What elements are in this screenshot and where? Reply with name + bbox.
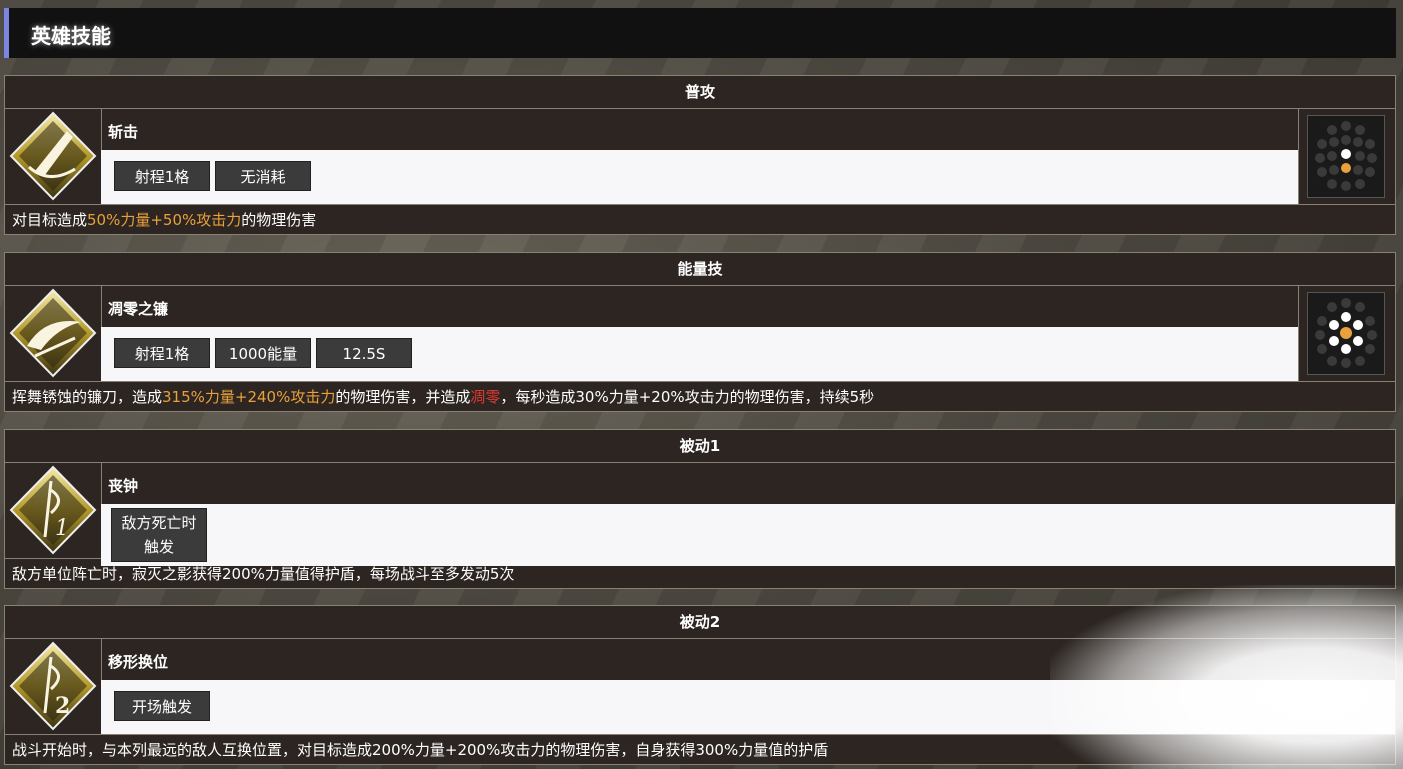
svg-text:2: 2 [55,693,70,719]
tag-trigger: 敌方死亡时 触发 [111,508,207,562]
skill-tags: 射程1格 1000能量 12.5S [101,327,1299,381]
skill-card-passive-1: 被动1 1 丧钟 敌方死亡时 触发 敌方单位阵亡时，寂灭之影获得200%力量值得… [4,429,1396,589]
tag-cooldown: 12.5S [316,338,412,368]
passive-2-icon: 2 [5,639,102,734]
skill-name: 丧钟 [108,477,139,495]
tag-range: 射程1格 [114,161,210,191]
skill-card-passive-2: 被动2 2 移形换位 开场触发 战斗开始时，与本列最远的敌人互换位置，对目标造成… [4,605,1396,765]
passive-1-icon: 1 [5,463,102,558]
skill-body: 1 丧钟 敌方死亡时 触发 [5,463,1395,566]
range-grid-icon [1298,286,1395,381]
section-title: 英雄技能 [31,24,111,48]
skill-description: 挥舞锈蚀的镰刀，造成315%力量+240%攻击力的物理伤害，并造成凋零，每秒造成… [12,388,875,406]
skill-category: 被动1 [5,430,1395,463]
skill-description: 对目标造成50%力量+50%攻击力的物理伤害 [12,211,317,229]
skill-tags: 射程1格 无消耗 [101,150,1299,204]
skill-body: 2 移形换位 开场触发 [5,639,1395,735]
range-grid-icon [1298,109,1395,204]
skill-tags: 敌方死亡时 触发 [101,504,1395,566]
tag-range: 射程1格 [114,338,210,368]
skill-body: 斩击 射程1格 无消耗 [5,109,1395,205]
tag-trigger: 开场触发 [114,691,210,721]
tag-cost: 1000能量 [215,338,311,368]
skill-category: 普攻 [5,76,1395,109]
skill-category: 被动2 [5,606,1395,639]
skill-body: 凋零之镰 射程1格 1000能量 12.5S [5,286,1395,382]
skill-card-energy: 能量技 凋零之镰 射程1格 1000能量 12.5S 挥舞锈蚀的镰刀，造成315… [4,252,1396,412]
skill-name: 斩击 [108,123,139,141]
svg-text:1: 1 [55,516,69,541]
skill-name: 移形换位 [108,653,169,671]
section-header: 英雄技能 [4,8,1396,58]
slash-icon [5,109,102,204]
tag-cost: 无消耗 [215,161,311,191]
skill-description: 战斗开始时，与本列最远的敌人互换位置，对目标造成200%力量+200%攻击力的物… [12,741,829,759]
skill-card-normal-attack: 普攻 斩击 射程1格 无消耗 对目标造成50%力量+50%攻击力的物理伤害 [4,75,1396,235]
skill-tags: 开场触发 [101,680,1395,734]
skill-name: 凋零之镰 [108,300,169,318]
scythe-icon [5,286,102,381]
skill-category: 能量技 [5,253,1395,286]
